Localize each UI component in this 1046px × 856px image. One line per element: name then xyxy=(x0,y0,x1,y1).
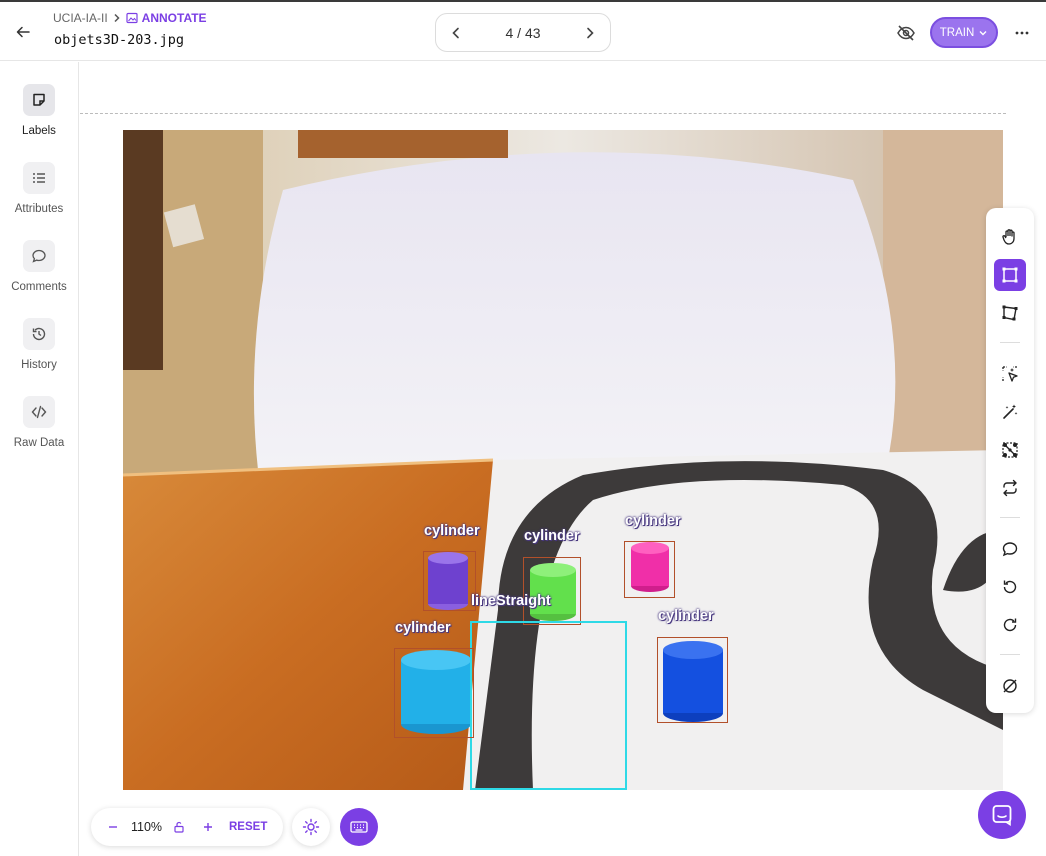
eye-off-icon xyxy=(897,25,915,41)
brightness-button[interactable] xyxy=(292,808,330,846)
zoom-in-button[interactable] xyxy=(201,822,215,832)
zoom-level: 110% xyxy=(131,820,163,834)
lock-zoom-button[interactable] xyxy=(157,821,201,833)
back-button[interactable] xyxy=(13,22,33,42)
next-image-button[interactable] xyxy=(582,25,598,41)
bounding-box-label: cylinder xyxy=(395,620,451,636)
sidebar-item-label: Raw Data xyxy=(13,437,65,449)
undo-button[interactable] xyxy=(994,571,1026,603)
history-icon xyxy=(23,318,55,350)
magic-wand-icon xyxy=(1003,404,1018,419)
sidebar-item-label: Labels xyxy=(22,125,56,137)
sparkle-select-icon xyxy=(1002,366,1018,382)
keyboard-shortcuts-button[interactable] xyxy=(340,808,378,846)
canvas-guide-line xyxy=(80,113,1006,114)
bounding-box-label: cylinder xyxy=(658,608,714,624)
chevron-right-icon xyxy=(587,27,594,38)
minus-icon xyxy=(109,826,117,828)
reset-zoom-button[interactable]: RESET xyxy=(229,821,267,833)
bounding-box-label: cylinder xyxy=(524,528,580,544)
toolbar-divider xyxy=(1000,342,1020,343)
sidebar-item-attributes[interactable]: Attributes xyxy=(0,162,78,215)
bounding-box-label: cylinder xyxy=(424,523,480,539)
left-sidebar: Labels Attributes Comments History Raw D… xyxy=(0,62,79,856)
breadcrumb-project[interactable]: UCIA-IA-II xyxy=(53,11,108,25)
bounding-box-label: lineStraight xyxy=(471,593,551,609)
null-image-button[interactable] xyxy=(994,670,1026,702)
sticky-note-icon xyxy=(23,84,55,116)
breadcrumb: UCIA-IA-II ANNOTATE xyxy=(53,11,207,25)
sidebar-item-label: Comments xyxy=(11,281,67,293)
redo-icon xyxy=(1003,618,1017,632)
more-horizontal-icon xyxy=(1015,31,1029,35)
plus-icon xyxy=(204,823,212,831)
keypoints-tool[interactable] xyxy=(994,434,1026,466)
zoom-controls: 110% RESET xyxy=(91,808,283,846)
hand-icon xyxy=(1002,229,1015,245)
bounding-box[interactable] xyxy=(394,648,474,738)
bounding-box-tool[interactable] xyxy=(994,259,1026,291)
breadcrumb-mode-label: ANNOTATE xyxy=(141,11,207,25)
breadcrumb-mode: ANNOTATE xyxy=(126,11,207,25)
zoom-out-button[interactable] xyxy=(91,822,135,832)
bounding-box-line[interactable] xyxy=(470,621,627,790)
smart-select-tool[interactable] xyxy=(994,358,1026,390)
chevron-down-icon xyxy=(979,30,987,35)
sidebar-item-labels[interactable]: Labels xyxy=(0,84,78,137)
sidebar-item-label: History xyxy=(21,359,57,371)
sun-icon xyxy=(302,818,320,836)
sidebar-item-raw-data[interactable]: Raw Data xyxy=(0,396,78,449)
arrow-left-icon xyxy=(16,26,30,38)
bounding-box[interactable] xyxy=(423,551,476,611)
polygon-icon xyxy=(1002,305,1018,321)
image-frame-icon xyxy=(126,12,138,24)
sidebar-item-label: Attributes xyxy=(14,203,64,215)
comment-tool[interactable] xyxy=(994,533,1026,565)
image-filename: objets3D-203.jpg xyxy=(54,32,185,48)
pan-tool[interactable] xyxy=(994,221,1026,253)
undo-icon xyxy=(1003,580,1017,594)
tool-palette xyxy=(986,208,1034,713)
magic-wand-tool[interactable] xyxy=(994,396,1026,428)
bounding-box-label: cylinder xyxy=(625,513,681,529)
empty-set-icon xyxy=(1003,679,1017,693)
chevron-left-icon xyxy=(452,27,459,38)
polygon-tool[interactable] xyxy=(994,297,1026,329)
train-label: TRAIN xyxy=(939,26,975,39)
bounding-box[interactable] xyxy=(657,637,728,723)
chevron-right-icon xyxy=(112,13,122,23)
pager-position: 4 / 43 xyxy=(505,24,541,41)
keyboard-icon xyxy=(350,821,368,833)
repeat-icon xyxy=(1003,479,1017,497)
bounding-box[interactable] xyxy=(624,541,675,598)
header: UCIA-IA-II ANNOTATE objets3D-203.jpg 4 /… xyxy=(0,2,1046,61)
code-icon xyxy=(23,396,55,428)
image-pager: 4 / 43 xyxy=(435,13,611,52)
repeat-annotation-tool[interactable] xyxy=(994,472,1026,504)
redo-button[interactable] xyxy=(994,609,1026,641)
more-options-button[interactable] xyxy=(1013,24,1031,42)
toolbar-divider xyxy=(1000,517,1020,518)
toggle-annotations-visibility-button[interactable] xyxy=(896,24,916,42)
support-chat-button[interactable] xyxy=(978,791,1026,839)
bounding-box[interactable] xyxy=(523,557,581,625)
comment-icon xyxy=(23,240,55,272)
toolbar-divider xyxy=(1000,654,1020,655)
list-icon xyxy=(23,162,55,194)
bounding-box-icon xyxy=(1002,267,1018,283)
unlock-icon xyxy=(174,821,184,833)
chat-bubble-icon xyxy=(992,805,1012,826)
sidebar-item-history[interactable]: History xyxy=(0,318,78,371)
train-button[interactable]: TRAIN xyxy=(930,17,998,48)
sidebar-item-comments[interactable]: Comments xyxy=(0,240,78,293)
comment-icon xyxy=(1002,542,1018,557)
previous-image-button[interactable] xyxy=(448,25,464,41)
keypoints-icon xyxy=(1002,442,1018,458)
annotated-image[interactable]: cylinder cylinder cylinder lineStraight … xyxy=(123,130,1003,790)
